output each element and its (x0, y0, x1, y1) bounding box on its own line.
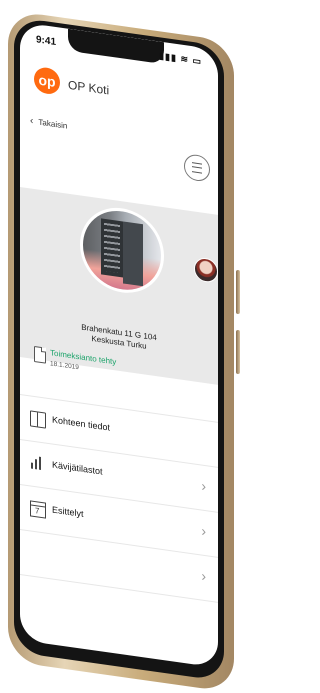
chevron-right-icon: › (201, 567, 206, 585)
app-name: OP Koti (68, 77, 110, 98)
menu-list: Kohteen tiedot Kävijätilastot › Esittely… (20, 394, 218, 603)
list-item-label: Esittelyt (52, 504, 84, 519)
chevron-right-icon: › (201, 522, 206, 540)
brand-header: op OP Koti (34, 65, 194, 118)
document-icon (34, 345, 46, 364)
calendar-icon (30, 500, 46, 519)
hamburger-menu-icon (192, 162, 202, 174)
phone-side-button (236, 270, 240, 314)
chevron-right-icon: › (201, 477, 206, 495)
back-label: Takaisin (38, 117, 68, 131)
list-item-label: Kohteen tiedot (52, 414, 111, 433)
phone-mockup: 9:41 ▮▮▮ ≋ ▭ op OP Koti ‹ Takaisin Brahe… (0, 0, 246, 693)
building-illustration (101, 218, 123, 278)
phone-side-button (236, 330, 240, 374)
bar-chart-icon (30, 455, 44, 471)
status-date: 18.1.2019 (50, 360, 79, 372)
status-icons: ▮▮▮ ≋ ▭ (159, 50, 202, 67)
status-time: 9:41 (36, 34, 57, 49)
book-icon (30, 410, 46, 429)
list-item-label: Kävijätilastot (52, 459, 103, 477)
op-logo-icon: op (34, 65, 60, 96)
app-screen: 9:41 ▮▮▮ ≋ ▭ op OP Koti ‹ Takaisin Brahe… (20, 22, 218, 668)
back-button[interactable]: ‹ Takaisin (30, 115, 67, 131)
chevron-left-icon: ‹ (30, 115, 34, 127)
menu-button[interactable] (184, 153, 210, 183)
